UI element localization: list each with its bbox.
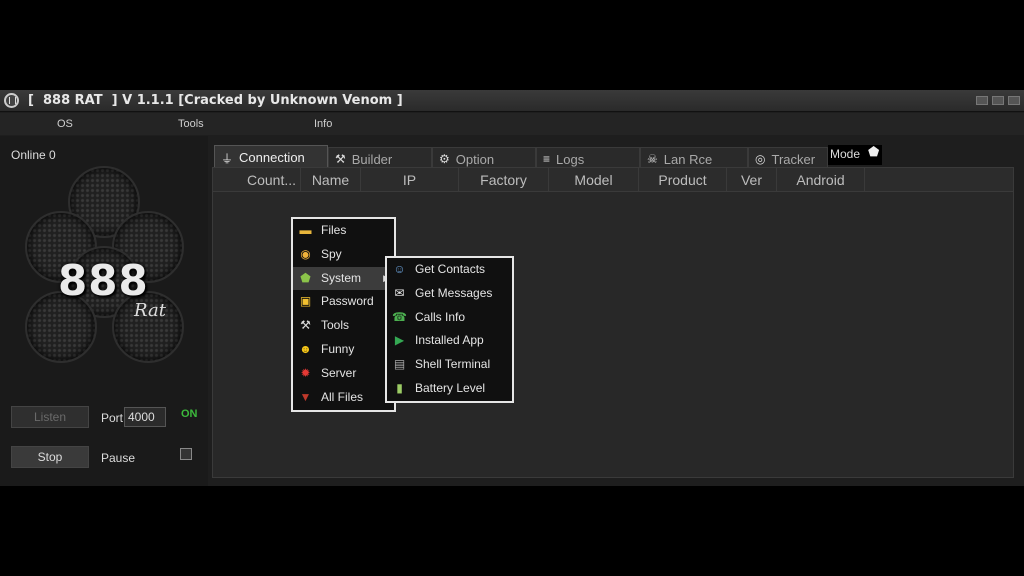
logo-text: 888 [58,256,149,305]
tab-option[interactable]: ⚙ Option [432,147,536,169]
system-submenu: ☺ Get Contacts ✉ Get Messages ☎ Calls In… [385,256,514,403]
menu-item-files[interactable]: ▬ Files [293,219,394,243]
minimize-button[interactable] [976,96,988,105]
menu-info[interactable]: Info [314,118,332,130]
virus-icon: ✹ [300,365,311,380]
logo-subtext: Rat [134,300,166,321]
submenu-item-get-contacts[interactable]: ☺ Get Contacts [387,258,512,282]
column-header[interactable]: Product [639,168,727,192]
android-icon: ⬟ [868,144,880,159]
table-header: Count... Name IP Factory Model Product V… [213,168,1013,192]
eye-icon: ◉ [300,246,311,261]
terminal-icon: ▤ [393,357,406,372]
plug-icon: ⏚ [221,152,234,166]
submenu-item-battery-level[interactable]: ▮ Battery Level [387,377,512,401]
menu-bar: OS Tools Info [0,113,1024,135]
menu-item-spy[interactable]: ◉ Spy [293,243,394,267]
window-controls [976,96,1020,105]
submenu-item-get-messages[interactable]: ✉ Get Messages [387,282,512,306]
column-header[interactable]: Android [777,168,865,192]
pause-checkbox[interactable] [180,448,192,460]
tab-lan-rce[interactable]: ☠ Lan Rce [640,147,748,169]
phone-icon: ☎ [392,309,407,324]
pause-label: Pause [101,451,136,465]
column-header[interactable]: IP [361,168,459,192]
sidebar: Online 0 888 Rat [0,136,208,486]
tab-logs[interactable]: ≡ Logs [536,147,640,169]
title-bar: [ 888 RAT ] V 1.1.1 [Cracked by Unknown … [0,90,1024,112]
maximize-button[interactable] [992,96,1004,105]
window-title: [ 888 RAT ] V 1.1.1 [Cracked by Unknown … [28,93,403,108]
menu-item-all-files[interactable]: ▼ All Files [293,386,394,410]
smiley-icon: ☻ [299,341,312,356]
mode-selector[interactable]: Mode ⬟ [828,144,882,165]
port-input[interactable] [124,407,166,427]
column-header[interactable]: Ver [727,168,777,192]
logo: 888 Rat [20,166,190,371]
contacts-icon: ☺ [393,262,406,276]
column-header[interactable]: Factory [459,168,549,192]
listen-button[interactable]: Listen [11,406,89,428]
menu-item-server[interactable]: ✹ Server [293,362,394,386]
tools-icon: ⚒ [300,318,311,333]
menu-item-funny[interactable]: ☻ Funny [293,338,394,362]
menu-item-system[interactable]: ⬟ System ▶ [293,266,394,291]
download-icon: ▼ [299,389,312,404]
folder-icon: ▬ [299,223,312,237]
submenu-item-shell-terminal[interactable]: ▤ Shell Terminal [387,353,512,377]
play-store-icon: ▶ [394,333,405,348]
column-header[interactable]: Name [301,168,361,192]
column-header[interactable]: Model [549,168,639,192]
main-window: [ 888 RAT ] V 1.1.1 [Cracked by Unknown … [0,90,1024,486]
online-count: Online 0 [11,148,56,162]
submenu-item-calls-info[interactable]: ☎ Calls Info [387,306,512,330]
envelope-icon: ✉ [394,285,405,300]
tab-builder[interactable]: ⚒ Builder [328,147,432,169]
tab-tracker[interactable]: ◎ Tracker [748,147,828,169]
tab-connection[interactable]: ⏚ Connection [214,145,328,167]
menu-os[interactable]: OS [57,118,73,130]
menu-tools[interactable]: Tools [178,118,204,130]
column-header[interactable]: Count... [243,168,301,192]
context-menu: ▬ Files ◉ Spy ⬟ System ▶ ▣ Password ⚒ To… [291,217,396,412]
status-badge: ON [181,408,198,420]
stop-button[interactable]: Stop [11,446,89,468]
menu-item-tools[interactable]: ⚒ Tools [293,314,394,338]
submenu-item-installed-app[interactable]: ▶ Installed App [387,329,512,353]
menu-item-password[interactable]: ▣ Password [293,290,394,314]
android-icon: ⬟ [300,270,311,285]
battery-icon: ▮ [396,380,403,395]
power-icon[interactable] [4,93,19,108]
close-button[interactable] [1008,96,1020,105]
lock-icon: ▣ [299,294,312,309]
tab-bar: ⏚ Connection ⚒ Builder ⚙ Option ≡ Logs ☠… [214,144,1014,169]
port-label: Port [101,411,124,425]
